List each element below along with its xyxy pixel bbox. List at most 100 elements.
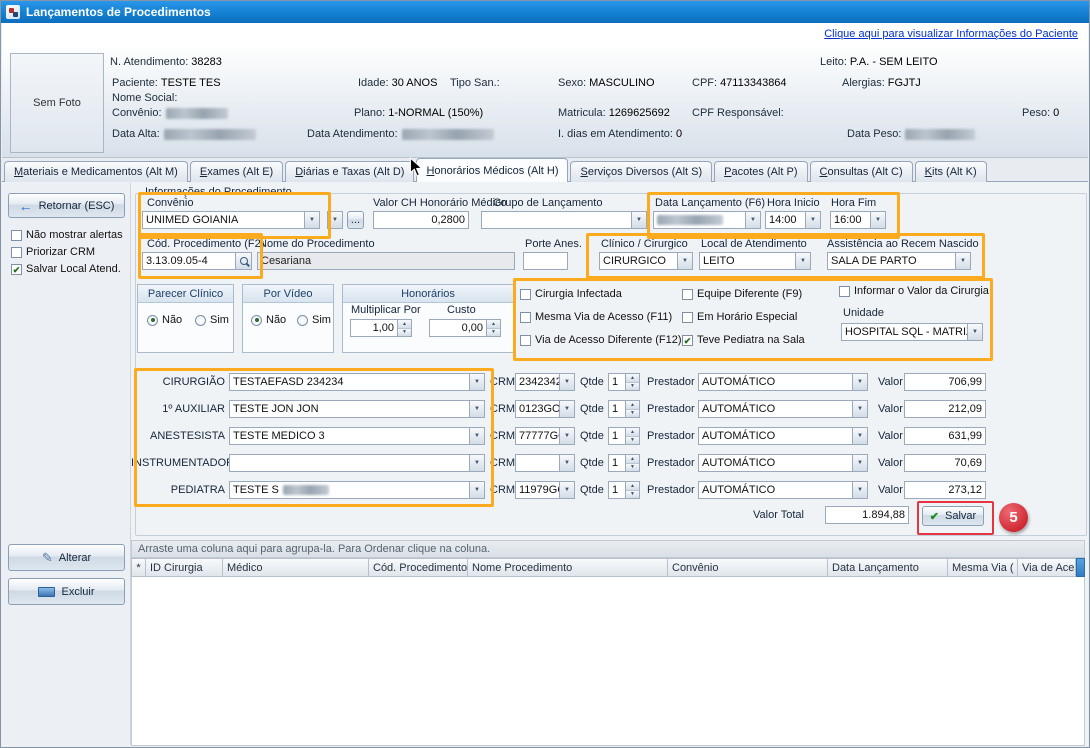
convenio-dropdown-button[interactable]: ▼ [327, 211, 343, 229]
column-header-id-cirurgia[interactable]: ID Cirurgia [146, 558, 223, 577]
patient-field: Tipo San.: [450, 77, 503, 89]
hora-fim-input[interactable]: 16:00 ▼ [830, 211, 886, 229]
clinico-cirurgico-select[interactable]: CIRURGICO ▼ [599, 252, 693, 270]
checkbox-label: Salvar Local Atend. [26, 263, 121, 275]
chevron-down-icon: ▼ [677, 253, 692, 269]
pediatra-crm-select[interactable]: 11979GO▼ [515, 481, 575, 499]
chevron-down-icon: ▼ [469, 374, 484, 390]
hora-inicio-input[interactable]: 14:00 ▼ [765, 211, 821, 229]
local-atendimento-select[interactable]: LEITO ▼ [699, 252, 811, 270]
assistencia-select[interactable]: SALA DE PARTO ▼ [827, 252, 971, 270]
anestesista-crm-select[interactable]: 77777GO▼ [515, 427, 575, 445]
tab-kits[interactable]: Kits (Alt K) [915, 161, 987, 182]
custo-spinner[interactable]: 0,00 ▲▼ [429, 319, 501, 337]
convenio-lookup-button[interactable]: ... [347, 211, 364, 229]
cirurgia-infectada-checkbox[interactable]: Cirurgia Infectada [520, 288, 622, 300]
valor-ch-input[interactable]: 0,2800 [373, 211, 469, 229]
auxiliar-select[interactable]: TESTE JON JON▼ [229, 400, 485, 418]
checkbox-label: Não mostrar alertas [26, 229, 123, 241]
equipe-diferente-checkbox[interactable]: Equipe Diferente (F9) [682, 288, 802, 300]
column-header-convenio[interactable]: Convênio [668, 558, 828, 577]
prestador-label: Prestador [647, 430, 695, 442]
instrumentador-qtde-spinner[interactable]: 1 ▲▼ [608, 454, 640, 472]
cirurgiao-qtde-spinner[interactable]: 1 ▲▼ [608, 373, 640, 391]
pediatra-qtde-spinner[interactable]: 1 ▲▼ [608, 481, 640, 499]
column-header-cod-procedimento[interactable]: Cód. Procedimento [369, 558, 468, 577]
retornar-button[interactable]: ← Retornar (ESC) [8, 193, 125, 218]
column-header-nome-procedimento[interactable]: Nome Procedimento [468, 558, 668, 577]
radio-icon [297, 315, 308, 326]
video-nao-radio[interactable]: Não [251, 314, 286, 326]
column-header-medico[interactable]: Médico [223, 558, 369, 577]
unidade-select[interactable]: HOSPITAL SQL - MATRIZ ▼ [841, 323, 983, 341]
auxiliar-qtde-spinner[interactable]: 1 ▲▼ [608, 400, 640, 418]
patient-info-link[interactable]: Clique aqui para visualizar Informações … [824, 28, 1078, 40]
pediatra-prestador-select[interactable]: AUTOMÁTICO▼ [698, 481, 868, 499]
chevron-down-icon: ▼ [469, 482, 484, 498]
cod-procedimento-input[interactable]: 3.13.09.05-4 [142, 252, 252, 270]
cirurgiao-prestador-select[interactable]: AUTOMÁTICO▼ [698, 373, 868, 391]
alterar-button[interactable]: ✎ Alterar [8, 544, 125, 571]
auxiliar-crm-select[interactable]: 0123GO▼ [515, 400, 575, 418]
auxiliar-prestador-select[interactable]: AUTOMÁTICO▼ [698, 400, 868, 418]
multiplicar-spinner[interactable]: 1,00 ▲▼ [350, 319, 412, 337]
tab-diarias[interactable]: Diárias e Taxas (Alt D) [285, 161, 414, 182]
teve-pediatra-checkbox[interactable]: ✔Teve Pediatra na Sala [682, 334, 805, 346]
tab-honorarios-medicos[interactable]: Honorários Médicos (Alt H) [416, 158, 568, 182]
column-header-via-acesso[interactable]: Via de Acesso [1018, 558, 1076, 577]
anestesista-valor-input[interactable]: 631,99 [904, 427, 986, 445]
data-lancamento-select[interactable]: ▼ [653, 211, 761, 229]
anestesista-qtde-spinner[interactable]: 1 ▲▼ [608, 427, 640, 445]
grid-corner-cell[interactable]: * [131, 558, 146, 577]
honorarios-title: Honorários [343, 285, 513, 303]
priorizar-crm-checkbox[interactable]: Priorizar CRM [11, 246, 95, 258]
anestesista-select[interactable]: TESTE MEDICO 3▼ [229, 427, 485, 445]
auxiliar-valor-input[interactable]: 212,09 [904, 400, 986, 418]
porte-anes-input[interactable] [523, 252, 568, 270]
parecer-nao-radio[interactable]: Não [147, 314, 182, 326]
radio-label: Sim [210, 314, 229, 326]
checkbox-box [682, 289, 693, 300]
anestesista-prestador-select[interactable]: AUTOMÁTICO▼ [698, 427, 868, 445]
instrumentador-crm-select[interactable]: ▼ [515, 454, 575, 472]
salvar-local-atend-checkbox[interactable]: ✔ Salvar Local Atend. [11, 263, 121, 275]
spin-up-icon: ▲ [487, 320, 500, 329]
tab-pacotes[interactable]: Pacotes (Alt P) [714, 161, 807, 182]
convenio-select[interactable]: UNIMED GOIANIA ▼ [142, 211, 320, 229]
informar-valor-checkbox[interactable]: Informar o Valor da Cirurgia [839, 285, 989, 297]
grupo-lancamento-select[interactable]: ▼ [481, 211, 647, 229]
instrumentador-select[interactable]: ▼ [229, 454, 485, 472]
horario-especial-checkbox[interactable]: Em Horário Especial [682, 311, 797, 323]
check-icon: ✔ [930, 510, 939, 523]
column-header-data-lancamento[interactable]: Data Lançamento [828, 558, 948, 577]
via-acesso-diferente-checkbox[interactable]: Via de Acesso Diferente (F12) [520, 334, 682, 346]
grid-scrollbar[interactable] [1076, 558, 1085, 577]
app-window: Lançamentos de Procedimentos Clique aqui… [0, 0, 1090, 748]
tab-servicos[interactable]: Serviços Diversos (Alt S) [570, 161, 712, 182]
group-by-dropzone[interactable]: Arraste uma coluna aqui para agrupa-la. … [131, 540, 1085, 558]
patient-field: Matricula:1269625692 [558, 107, 670, 119]
mesma-via-acesso-checkbox[interactable]: Mesma Via de Acesso (F11) [520, 311, 672, 323]
tab-consultas[interactable]: Consultas (Alt C) [810, 161, 913, 182]
cirurgiao-select[interactable]: TESTAEFASD 234234▼ [229, 373, 485, 391]
cirurgiao-crm-select[interactable]: 234234234▼ [515, 373, 575, 391]
search-icon[interactable] [235, 253, 251, 269]
qtde-label: Qtde [580, 457, 604, 469]
cirurgiao-valor-input[interactable]: 706,99 [904, 373, 986, 391]
patient-field: Data Atendimento: [307, 128, 494, 140]
pediatra-select[interactable]: TESTE S ▼ [229, 481, 485, 499]
excluir-button[interactable]: Excluir [8, 578, 125, 605]
parecer-sim-radio[interactable]: Sim [195, 314, 229, 326]
hora-inicio-label: Hora Inicio [767, 197, 820, 209]
salvar-button[interactable]: ✔ Salvar [922, 506, 984, 526]
video-sim-radio[interactable]: Sim [297, 314, 331, 326]
instrumentador-valor-input[interactable]: 70,69 [904, 454, 986, 472]
pediatra-valor-input[interactable]: 273,12 [904, 481, 986, 499]
column-header-mesma-via[interactable]: Mesma Via ( [948, 558, 1018, 577]
checkbox-label: Em Horário Especial [697, 311, 797, 323]
tab-exames[interactable]: Exames (Alt E) [190, 161, 283, 182]
tab-materiais[interactable]: Materiais e Medicamentos (Alt M) [4, 161, 188, 182]
nao-mostrar-alertas-checkbox[interactable]: Não mostrar alertas [11, 229, 123, 241]
sidebar: ← Retornar (ESC) Não mostrar alertas Pri… [3, 183, 131, 745]
instrumentador-prestador-select[interactable]: AUTOMÁTICO▼ [698, 454, 868, 472]
